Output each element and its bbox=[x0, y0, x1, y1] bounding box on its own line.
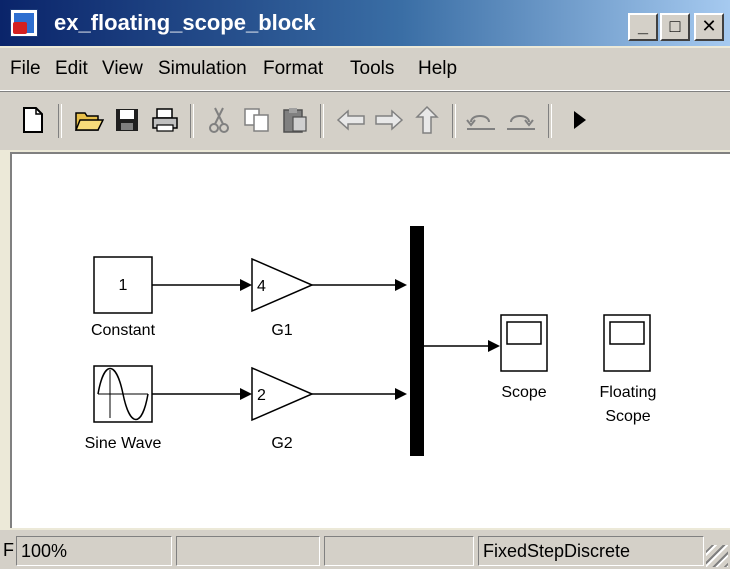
open-folder-icon bbox=[74, 112, 104, 131]
status-pane-2 bbox=[176, 536, 320, 566]
menu-file[interactable]: File bbox=[10, 58, 41, 80]
print-button[interactable] bbox=[146, 100, 184, 140]
cut-button[interactable] bbox=[200, 100, 238, 140]
toolbar-separator bbox=[548, 104, 552, 138]
zoom-pane: 100% bbox=[16, 536, 172, 566]
back-button[interactable] bbox=[332, 100, 370, 140]
paste-icon bbox=[283, 108, 307, 133]
scope-label: Scope bbox=[501, 384, 547, 401]
toolbar-separator bbox=[320, 104, 324, 138]
g1-label: G1 bbox=[271, 322, 293, 339]
g2-label: G2 bbox=[271, 435, 293, 452]
resize-grip[interactable] bbox=[706, 545, 728, 567]
minimize-button[interactable]: _ bbox=[628, 13, 658, 41]
window-title: ex_floating_scope_block bbox=[54, 10, 316, 35]
arrowhead bbox=[395, 279, 407, 291]
save-icon bbox=[116, 109, 138, 131]
floating-scope-screen-icon bbox=[609, 321, 645, 345]
status-bar: F 100% FixedStepDiscrete bbox=[0, 530, 730, 569]
redo-icon bbox=[507, 115, 535, 130]
redo-button[interactable] bbox=[502, 100, 540, 140]
arrowhead bbox=[395, 388, 407, 400]
menu-edit[interactable]: Edit bbox=[55, 58, 88, 80]
forward-button[interactable] bbox=[370, 100, 408, 140]
arrowhead bbox=[240, 279, 252, 291]
floating-scope-label-line1: Floating bbox=[599, 384, 657, 401]
undo-icon bbox=[466, 115, 495, 130]
model-canvas[interactable]: 1 4 2 Constant Sine Wave G1 G2 Scope Flo… bbox=[10, 152, 730, 528]
menu-view[interactable]: View bbox=[102, 58, 143, 80]
open-button[interactable] bbox=[70, 100, 108, 140]
close-button[interactable]: ✕ bbox=[694, 13, 724, 41]
paste-button[interactable] bbox=[276, 100, 314, 140]
arrowhead bbox=[240, 388, 252, 400]
menu-tools[interactable]: Tools bbox=[350, 58, 394, 80]
new-file-button[interactable] bbox=[14, 100, 52, 140]
menu-bar: File Edit View Simulation Format Tools H… bbox=[0, 48, 730, 91]
maximize-button[interactable]: □ bbox=[660, 13, 690, 41]
sine-wave-label: Sine Wave bbox=[84, 435, 162, 452]
toolbar-separator bbox=[452, 104, 456, 138]
status-pane-3 bbox=[324, 536, 474, 566]
menu-format[interactable]: Format bbox=[263, 58, 323, 80]
new-file-icon bbox=[23, 107, 43, 133]
g1-gain-value: 4 bbox=[257, 278, 266, 295]
undo-button[interactable] bbox=[462, 100, 500, 140]
print-icon bbox=[152, 108, 178, 132]
toolbar-separator bbox=[190, 104, 194, 138]
toolbar-separator bbox=[58, 104, 62, 138]
cut-icon bbox=[209, 107, 229, 133]
g2-gain-value: 2 bbox=[257, 387, 266, 404]
scope-screen-icon bbox=[506, 321, 542, 345]
copy-button[interactable] bbox=[238, 100, 276, 140]
save-button[interactable] bbox=[108, 100, 146, 140]
start-simulation-button[interactable] bbox=[560, 100, 598, 140]
menu-simulation[interactable]: Simulation bbox=[158, 58, 247, 80]
constant-value: 1 bbox=[119, 277, 128, 294]
start-simulation-icon bbox=[574, 111, 586, 129]
status-prefix: F bbox=[3, 540, 14, 560]
arrowhead bbox=[488, 340, 500, 352]
up-button[interactable] bbox=[408, 100, 446, 140]
block-diagram: 1 4 2 bbox=[93, 226, 651, 456]
floating-scope-label-line2: Scope bbox=[605, 408, 651, 425]
constant-label: Constant bbox=[90, 322, 156, 339]
title-bar[interactable]: ex_floating_scope_block _ □ ✕ bbox=[0, 0, 730, 46]
copy-icon bbox=[244, 108, 269, 132]
mux-block[interactable] bbox=[410, 226, 424, 456]
simulink-app-icon[interactable] bbox=[10, 9, 38, 37]
forward-arrow-icon bbox=[375, 109, 404, 131]
solver-pane: FixedStepDiscrete bbox=[478, 536, 704, 566]
menu-help[interactable]: Help bbox=[418, 58, 457, 80]
toolbar bbox=[0, 91, 730, 150]
up-arrow-icon bbox=[415, 105, 439, 134]
simulink-window: ex_floating_scope_block _ □ ✕ File Edit … bbox=[0, 0, 730, 569]
back-arrow-icon bbox=[336, 109, 365, 131]
